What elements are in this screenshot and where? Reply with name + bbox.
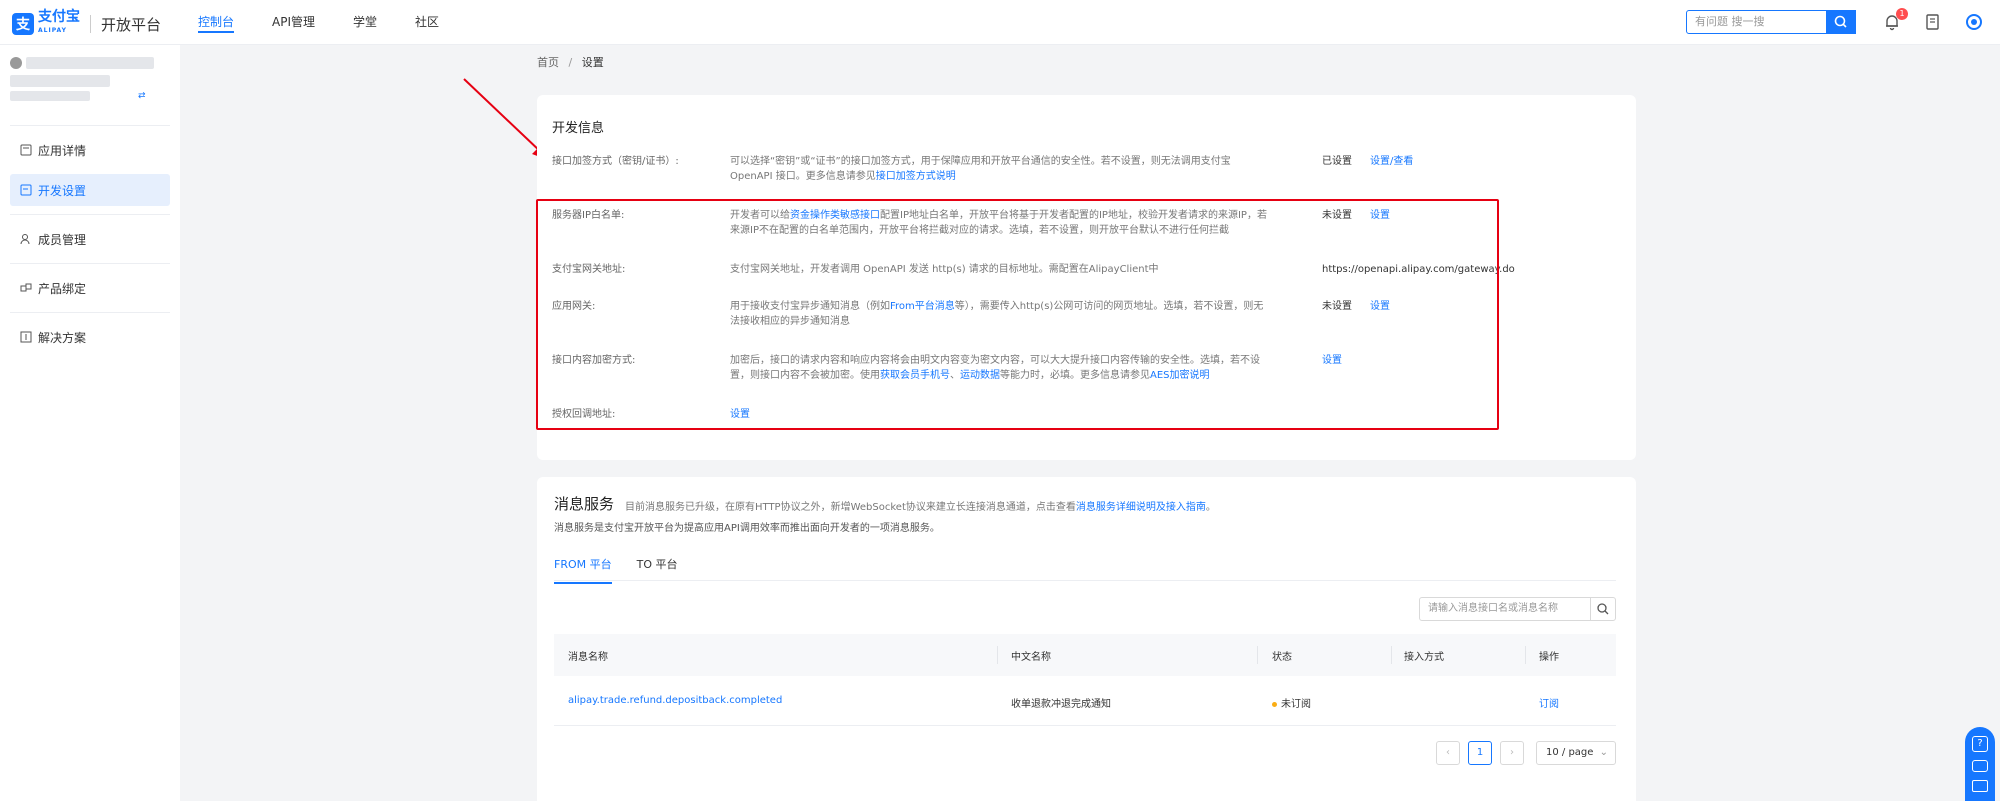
- pending-dot-icon: [1272, 701, 1277, 707]
- section-description: 消息服务是支付宝开放平台为提高应用API调用效率而推出面向开发者的一项消息服务。: [554, 523, 940, 534]
- highlight-box: [536, 199, 1499, 430]
- sidebar-item-app-details[interactable]: 应用详情: [10, 134, 170, 166]
- subscribe-button[interactable]: 订阅: [1539, 695, 1559, 710]
- sidebar: ⇄ 应用详情 开发设置 成员管理 产品绑定 解决方案: [0, 45, 180, 801]
- settings-doc-icon: [20, 184, 32, 196]
- solution-icon: [20, 331, 32, 343]
- logo[interactable]: 支 支付宝 ALIPAY 开放平台: [12, 10, 161, 38]
- product-title: 开放平台: [101, 15, 162, 34]
- sidebar-item-product-binding[interactable]: 产品绑定: [10, 272, 170, 304]
- sidebar-item-dev-settings[interactable]: 开发设置: [10, 174, 170, 206]
- sidebar-item-label: 成员管理: [38, 232, 87, 247]
- link-icon: [20, 283, 32, 292]
- sidebar-item-label: 产品绑定: [38, 281, 87, 296]
- help-icon[interactable]: ?: [1972, 736, 1988, 752]
- msg-cn-name: 收单退款冲退完成通知: [1011, 699, 1111, 710]
- logo-divider: [90, 15, 91, 33]
- msg-name-link[interactable]: alipay.trade.refund.depositback.complete…: [568, 695, 782, 706]
- sidebar-item-label: 开发设置: [38, 183, 87, 198]
- avatar: [10, 57, 22, 69]
- row-sign-method: 接口加签方式（密钥/证书）: 可以选择“密钥”或“证书”的接口加签方式，用于保障…: [552, 154, 1414, 182]
- chat-icon[interactable]: [1972, 760, 1988, 772]
- switch-icon[interactable]: ⇄: [138, 91, 146, 101]
- page-size-select[interactable]: 10 / page ⌄: [1536, 741, 1616, 765]
- brand-sub: ALIPAY: [38, 27, 67, 34]
- nav-console[interactable]: 控制台: [198, 0, 235, 45]
- top-bar: 支 支付宝 ALIPAY 开放平台 控制台 API管理 学堂 社区 有问题 搜一…: [0, 0, 2000, 45]
- notification-badge: 1: [1896, 8, 1908, 20]
- sidebar-item-members[interactable]: 成员管理: [10, 223, 170, 255]
- account-id-blurred: [10, 75, 110, 87]
- section-notice: 目前消息服务已升级，在原有HTTP协议之外，新增WebSocket协议来建立长连…: [625, 502, 1216, 513]
- bell-icon[interactable]: 1: [1882, 8, 1908, 32]
- alipay-logo-icon: 支: [12, 13, 34, 35]
- side-menu: 应用详情 开发设置 成员管理 产品绑定 解决方案: [10, 125, 170, 353]
- nav-api[interactable]: API管理: [272, 0, 315, 45]
- breadcrumb-home[interactable]: 首页: [537, 56, 559, 69]
- search-icon: [1834, 15, 1847, 28]
- table-row: alipay.trade.refund.depositback.complete…: [554, 676, 1616, 726]
- avatar[interactable]: [1964, 12, 1984, 32]
- section-title: 消息服务: [554, 495, 615, 513]
- users-icon: [20, 234, 30, 245]
- search-icon: [1597, 603, 1609, 615]
- brand-name: 支付宝: [38, 9, 80, 25]
- status-badge: 未订阅: [1272, 695, 1311, 710]
- table-header: 消息名称 中文名称 状态 接入方式 操作: [554, 634, 1616, 676]
- account-name-blurred: [26, 57, 154, 69]
- msg-search-button[interactable]: [1590, 597, 1616, 621]
- sidebar-item-label: 应用详情: [38, 143, 87, 158]
- page-1-button[interactable]: 1: [1468, 741, 1492, 765]
- nav-community[interactable]: 社区: [415, 0, 439, 45]
- sign-method-doc-link[interactable]: 接口加签方式说明: [876, 171, 956, 182]
- sidebar-item-label: 解决方案: [38, 330, 87, 345]
- mail-icon[interactable]: [1972, 780, 1988, 792]
- sign-method-set-view-button[interactable]: 设置/查看: [1370, 154, 1413, 169]
- prev-page-button[interactable]: ‹: [1436, 741, 1460, 765]
- floating-help-bar[interactable]: ?: [1965, 727, 1995, 801]
- app-icon: [20, 144, 32, 156]
- search-button[interactable]: [1826, 10, 1856, 34]
- nav-academy[interactable]: 学堂: [353, 0, 377, 45]
- document-icon[interactable]: [1923, 12, 1943, 32]
- page-title: 开发信息: [552, 121, 605, 136]
- account-profile: ⇄: [0, 45, 180, 125]
- msg-search-input[interactable]: 请输入消息接口名或消息名称: [1419, 597, 1591, 621]
- breadcrumb: 首页 / 设置: [537, 56, 604, 69]
- chevron-down-icon: ⌄: [1599, 747, 1608, 758]
- breadcrumb-current: 设置: [581, 56, 604, 69]
- msg-guide-link[interactable]: 消息服务详细说明及接入指南: [1076, 502, 1206, 513]
- status-badge: 已设置: [1322, 156, 1352, 167]
- message-service-card: 消息服务 目前消息服务已升级，在原有HTTP协议之外，新增WebSocket协议…: [537, 477, 1636, 801]
- sidebar-item-solutions[interactable]: 解决方案: [10, 321, 170, 353]
- main-nav: 控制台 API管理 学堂 社区: [198, 0, 477, 45]
- next-page-button[interactable]: ›: [1500, 741, 1524, 765]
